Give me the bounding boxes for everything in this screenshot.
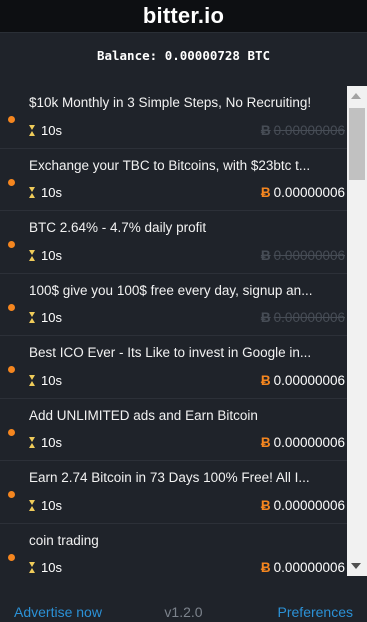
ad-timer: 10s xyxy=(29,498,62,513)
bitcoin-icon: Ƀ xyxy=(260,185,271,200)
ad-title[interactable]: Add UNLIMITED ads and Earn Bitcoin xyxy=(29,408,345,423)
bitcoin-icon: Ƀ xyxy=(260,435,271,450)
reward-amount: 0.00000006 xyxy=(273,435,345,450)
hourglass-icon xyxy=(29,187,36,198)
scrollbar[interactable] xyxy=(347,86,367,576)
scroll-up-arrow-icon[interactable] xyxy=(351,93,361,99)
reward-amount: 0.00000006 xyxy=(273,372,345,388)
balance-label: Balance: xyxy=(96,47,158,63)
ad-meta: 10s Ƀ 0.00000006 xyxy=(29,185,345,201)
ad-reward: Ƀ 0.00000006 xyxy=(261,435,345,450)
reward-amount: 0.00000006 xyxy=(273,247,345,263)
balance-unit: BTC xyxy=(247,47,271,63)
hourglass-icon xyxy=(29,374,36,386)
hourglass-icon xyxy=(29,499,36,511)
ad-reward: Ƀ 0.00000006 xyxy=(261,310,345,325)
ad-timer: 10s xyxy=(29,185,62,200)
hourglass-icon xyxy=(29,437,36,448)
reward-amount: 0.00000006 xyxy=(273,310,345,325)
ad-meta: 10s Ƀ 0.00000006 xyxy=(29,372,345,388)
advertise-link[interactable]: Advertise now xyxy=(14,604,102,620)
ad-duration: 10s xyxy=(41,247,62,263)
status-dot-icon xyxy=(8,366,15,373)
ad-title[interactable]: $10k Monthly in 3 Simple Steps, No Recru… xyxy=(29,95,345,110)
status-dot-icon xyxy=(8,491,15,498)
ad-meta: 10s Ƀ 0.00000006 xyxy=(29,247,345,263)
reward-amount: 0.00000006 xyxy=(273,122,345,138)
ad-reward: Ƀ 0.00000006 xyxy=(261,373,345,388)
ad-timer: 10s xyxy=(29,310,62,325)
ad-title[interactable]: Earn 2.74 Bitcoin in 73 Days 100% Free! … xyxy=(29,470,345,485)
ad-list-item[interactable]: 100$ give you 100$ free every day, signu… xyxy=(0,274,347,336)
preferences-link[interactable]: Preferences xyxy=(278,604,353,620)
hourglass-icon xyxy=(29,312,36,323)
ad-list-item[interactable]: coin trading 10s Ƀ 0.00000006 xyxy=(0,524,347,577)
hourglass-icon xyxy=(29,562,36,573)
status-dot-icon xyxy=(8,428,15,436)
ad-duration: 10s xyxy=(41,435,62,450)
bitcoin-icon: Ƀ xyxy=(260,497,271,513)
ad-title[interactable]: Best ICO Ever - Its Like to invest in Go… xyxy=(29,345,345,360)
ad-title[interactable]: BTC 2.64% - 4.7% daily profit xyxy=(29,220,345,235)
app-header: bitter.io xyxy=(0,0,367,33)
hourglass-icon xyxy=(29,124,36,136)
bitcoin-icon: Ƀ xyxy=(260,310,271,325)
ad-list-container: $10k Monthly in 3 Simple Steps, No Recru… xyxy=(0,86,367,576)
ad-reward: Ƀ 0.00000006 xyxy=(261,560,345,575)
ad-reward: Ƀ 0.00000006 xyxy=(261,123,345,138)
hourglass-icon xyxy=(29,249,36,261)
ad-list-item[interactable]: $10k Monthly in 3 Simple Steps, No Recru… xyxy=(0,86,347,149)
ad-duration: 10s xyxy=(41,497,62,513)
ad-meta: 10s Ƀ 0.00000006 xyxy=(29,560,345,576)
ad-meta: 10s Ƀ 0.00000006 xyxy=(29,310,345,326)
bitcoin-icon: Ƀ xyxy=(260,372,271,388)
scroll-down-arrow-icon[interactable] xyxy=(351,563,361,569)
ad-meta: 10s Ƀ 0.00000006 xyxy=(29,122,345,138)
ad-duration: 10s xyxy=(41,185,62,200)
ad-list-item[interactable]: Earn 2.74 Bitcoin in 73 Days 100% Free! … xyxy=(0,461,347,524)
balance-bar: Balance: 0.00000728 BTC xyxy=(0,33,367,77)
reward-amount: 0.00000006 xyxy=(273,497,345,513)
status-dot-icon xyxy=(8,116,15,123)
ad-timer: 10s xyxy=(29,123,62,138)
ad-title[interactable]: 100$ give you 100$ free every day, signu… xyxy=(29,283,345,298)
ad-duration: 10s xyxy=(41,310,62,325)
ad-duration: 10s xyxy=(41,122,62,138)
ad-timer: 10s xyxy=(29,373,62,388)
ad-meta: 10s Ƀ 0.00000006 xyxy=(29,435,345,451)
ad-duration: 10s xyxy=(41,372,62,388)
balance-amount: 0.00000728 xyxy=(164,47,240,63)
ad-title[interactable]: coin trading xyxy=(29,533,345,548)
ad-reward: Ƀ 0.00000006 xyxy=(261,185,345,200)
status-dot-icon xyxy=(8,553,15,561)
ad-timer: 10s xyxy=(29,560,62,575)
ad-title[interactable]: Exchange your TBC to Bitcoins, with $23b… xyxy=(29,158,345,173)
ad-list-item[interactable]: Exchange your TBC to Bitcoins, with $23b… xyxy=(0,149,347,211)
ad-list-item[interactable]: Add UNLIMITED ads and Earn Bitcoin 10s Ƀ 0.… xyxy=(0,399,347,461)
ad-reward: Ƀ 0.00000006 xyxy=(261,498,345,513)
status-dot-icon xyxy=(8,241,15,248)
scrollbar-thumb[interactable] xyxy=(349,108,365,180)
version-label: v1.2.0 xyxy=(164,604,203,620)
status-dot-icon xyxy=(8,303,15,311)
ad-list-item[interactable]: BTC 2.64% - 4.7% daily profit 10s Ƀ 0.00000… xyxy=(0,211,347,274)
ad-duration: 10s xyxy=(41,560,62,575)
ad-reward: Ƀ 0.00000006 xyxy=(261,248,345,263)
status-dot-icon xyxy=(8,178,15,186)
bitcoin-icon: Ƀ xyxy=(260,247,271,263)
ad-meta: 10s Ƀ 0.00000006 xyxy=(29,497,345,513)
ad-list-item[interactable]: Best ICO Ever - Its Like to invest in Go… xyxy=(0,336,347,399)
ad-timer: 10s xyxy=(29,248,62,263)
bitcoin-icon: Ƀ xyxy=(260,560,271,575)
app-title: bitter.io xyxy=(142,3,225,28)
bitcoin-icon: Ƀ xyxy=(260,122,271,138)
reward-amount: 0.00000006 xyxy=(273,185,345,200)
footer: Advertise now v1.2.0 Preferences xyxy=(0,576,367,622)
ad-list: $10k Monthly in 3 Simple Steps, No Recru… xyxy=(0,86,347,576)
reward-amount: 0.00000006 xyxy=(273,560,345,575)
ad-timer: 10s xyxy=(29,435,62,450)
